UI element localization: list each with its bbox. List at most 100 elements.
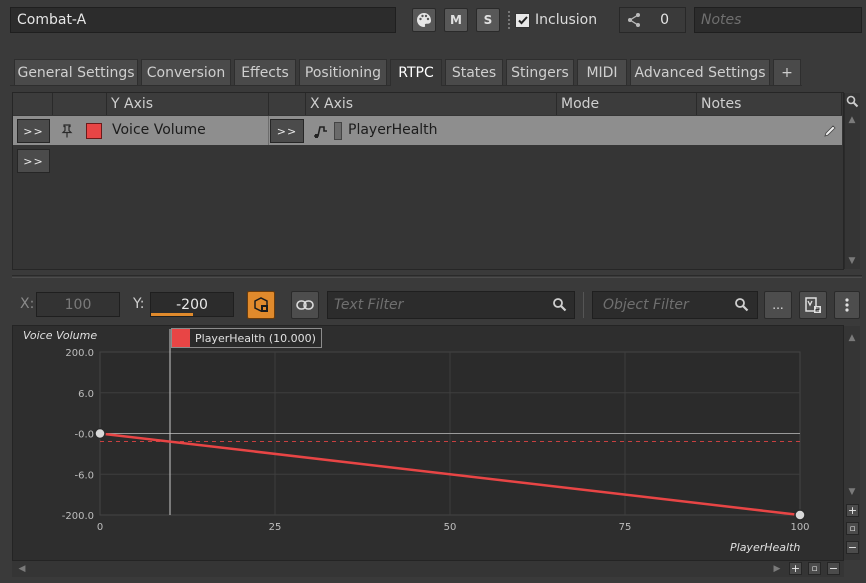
tab-rtpc[interactable]: RTPC (390, 59, 442, 86)
zoom-out-horizontal-button[interactable]: − (827, 562, 840, 575)
col-notes-header[interactable]: Notes (697, 93, 842, 115)
magnifier-icon[interactable] (846, 95, 859, 108)
x-coord-value: 100 (64, 296, 92, 313)
col-y-axis-header[interactable]: Y Axis (107, 93, 269, 115)
y-coord-slider-bar (151, 313, 193, 316)
tab-label: + (781, 64, 793, 81)
x-axis-header-label: X Axis (310, 96, 354, 112)
text-filter-search-icon[interactable] (552, 297, 567, 312)
toolbar-divider (583, 292, 584, 318)
inclusion-toggle[interactable]: Inclusion (508, 9, 608, 31)
share-count: 0 (660, 12, 669, 28)
x-coord-label: X: (20, 296, 35, 312)
tab-label: RTPC (398, 65, 434, 81)
browse-label: ... (772, 298, 784, 312)
y-coord-value: -200 (176, 296, 208, 313)
expand-label: >> (23, 124, 44, 138)
curve-point[interactable] (94, 427, 106, 440)
table-scroll-down-icon[interactable]: ▼ (845, 254, 859, 268)
zoom-fit-horizontal-button[interactable]: ▫ (808, 562, 821, 575)
rtpc-graph[interactable]: 200.0 6.0 -0.0 -6.0 -200.00 25 50 75 100 (12, 325, 844, 561)
edit-pencil-icon[interactable] (822, 123, 838, 139)
tab-label: Positioning (304, 64, 382, 81)
x-tick-label: 100 (790, 522, 809, 533)
empty-row-expand-button[interactable]: >> (17, 149, 50, 173)
graph-h-scrollbar[interactable] (12, 561, 844, 577)
graph-scroll-right-icon[interactable]: ▶ (770, 562, 784, 576)
y-coord-label: Y: (133, 296, 145, 312)
x-tick-label: 0 (97, 522, 103, 533)
panel-splitter[interactable] (12, 275, 862, 278)
link-icon (296, 300, 314, 310)
tab-label: States (451, 64, 497, 81)
notes-field[interactable]: Notes (694, 7, 862, 33)
col-mode-header[interactable]: Mode (557, 93, 697, 115)
tab-label: Stingers (511, 64, 569, 81)
tab-effects[interactable]: Effects (234, 59, 296, 85)
tab-midi[interactable]: MIDI (577, 59, 627, 85)
zoom-fit-vertical-button[interactable]: ▫ (846, 522, 859, 535)
link-button[interactable] (291, 291, 319, 319)
graph-scroll-down-icon[interactable]: ▼ (845, 485, 859, 499)
tab-conversion[interactable]: Conversion (141, 59, 231, 85)
legend-label: PlayerHealth (10.000) (195, 331, 316, 345)
share-button[interactable]: 0 (619, 7, 686, 33)
col-expand-header (13, 93, 53, 115)
tab-label: General Settings (17, 64, 135, 81)
col-x-axis-header[interactable]: X Axis (306, 93, 557, 115)
graph-view-icon (805, 297, 821, 313)
zoom-out-vertical-button[interactable]: − (846, 541, 859, 554)
solo-label: S (483, 13, 493, 27)
tab-stingers[interactable]: Stingers (506, 59, 574, 85)
x-param-name[interactable]: PlayerHealth (348, 122, 438, 138)
grip-icon (508, 11, 512, 29)
more-options-button[interactable] (834, 291, 860, 319)
add-tab-button[interactable]: + (773, 59, 801, 85)
mute-label: M (450, 13, 462, 27)
y-tick-label: 200.0 (65, 348, 94, 359)
object-filter-search-icon[interactable] (734, 297, 749, 312)
col-x-expand-header (269, 93, 306, 115)
x-tick-label: 50 (444, 522, 457, 533)
inclusion-checkbox[interactable] (515, 12, 530, 28)
graph-y-title: Voice Volume (23, 329, 98, 342)
row-separator (268, 116, 269, 145)
text-filter-field[interactable]: Text Filter (327, 291, 575, 319)
x-tick-label: 25 (269, 522, 282, 533)
object-name-field[interactable]: Combat-A (10, 7, 396, 33)
tab-label: MIDI (586, 64, 618, 81)
browse-button[interactable]: ... (764, 291, 792, 319)
y-tick-label: -200.0 (62, 511, 94, 522)
mute-button[interactable]: M (444, 8, 468, 32)
graph-scroll-left-icon[interactable]: ◀ (15, 562, 29, 576)
color-palette-button[interactable] (412, 8, 436, 32)
expand-label: >> (276, 124, 298, 138)
tab-positioning[interactable]: Positioning (299, 59, 387, 85)
y-param-name[interactable]: Voice Volume (112, 122, 206, 138)
row-expand-button[interactable]: >> (17, 119, 50, 143)
x-param-handle (334, 122, 342, 140)
pin-icon[interactable] (59, 123, 75, 139)
y-axis-header-label: Y Axis (111, 96, 154, 112)
graph-legend[interactable]: PlayerHealth (10.000) (171, 328, 322, 348)
object-filter-placeholder: Object Filter (603, 297, 689, 313)
snapshot-button[interactable] (247, 291, 275, 319)
text-filter-placeholder: Text Filter (334, 297, 404, 313)
checkmark-icon (517, 16, 528, 25)
graph-scroll-up-icon[interactable]: ▲ (845, 331, 859, 345)
table-scroll-up-icon[interactable]: ▲ (845, 113, 859, 127)
graph-x-title: PlayerHealth (730, 541, 801, 554)
curve-point[interactable] (794, 509, 806, 521)
tab-states[interactable]: States (445, 59, 503, 85)
inclusion-label: Inclusion (535, 12, 598, 28)
solo-button[interactable]: S (476, 8, 500, 32)
y-tick-label: -6.0 (74, 470, 94, 481)
zoom-in-horizontal-button[interactable]: + (789, 562, 802, 575)
legend-color-swatch (172, 329, 190, 347)
tab-general-settings[interactable]: General Settings (14, 59, 138, 85)
view-settings-button[interactable] (799, 291, 827, 319)
notes-placeholder: Notes (701, 12, 742, 28)
x-param-expand-button[interactable]: >> (270, 119, 304, 143)
tab-advanced-settings[interactable]: Advanced Settings (630, 59, 770, 85)
zoom-in-vertical-button[interactable]: + (846, 504, 859, 517)
